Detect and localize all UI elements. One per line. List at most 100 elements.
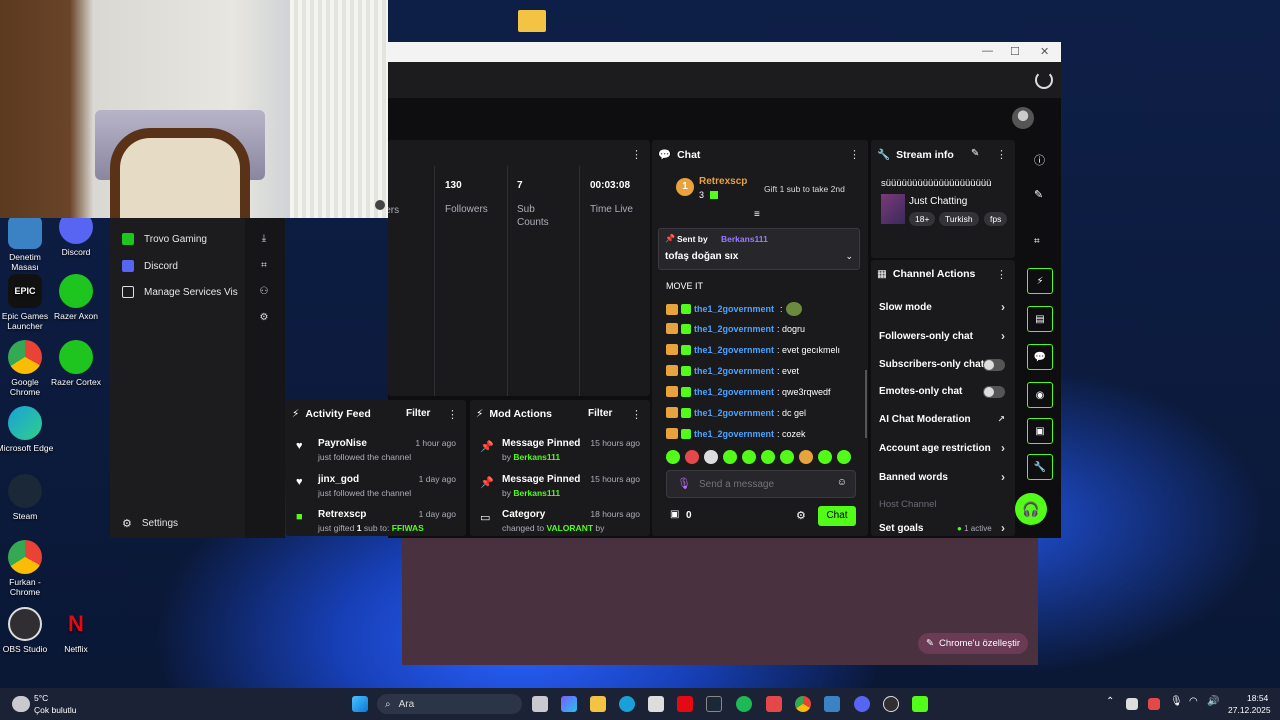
emote-icon[interactable]	[761, 450, 775, 464]
desktop-icon-steam[interactable]: Steam	[0, 474, 54, 521]
lightning-button[interactable]: ⚡	[1027, 268, 1053, 294]
notes-button[interactable]: ▤	[1027, 306, 1053, 332]
chevron-up-icon[interactable]: ⌃	[1106, 696, 1114, 707]
spotify-icon[interactable]	[736, 696, 752, 712]
emote-icon[interactable]	[704, 450, 718, 464]
more-options-icon[interactable]: ⋮	[996, 268, 1007, 281]
more-options-icon[interactable]: ⋮	[996, 148, 1007, 161]
subscribers-only-toggle[interactable]	[983, 359, 1005, 371]
folder-icon[interactable]	[518, 10, 546, 32]
desktop-icon-furkan-chrome[interactable]: Furkan - Chrome	[0, 540, 54, 597]
start-icon[interactable]	[352, 696, 368, 712]
set-goals-row[interactable]: Set goals ● 1 active ›	[879, 521, 1015, 535]
clock-date[interactable]: 27.12.2025	[1228, 705, 1271, 715]
broadcast-button[interactable]: ◉	[1027, 382, 1053, 408]
refresh-icon[interactable]	[1035, 71, 1053, 89]
tray-icon[interactable]	[1126, 698, 1138, 710]
chevron-down-icon[interactable]: ⌄	[845, 251, 853, 262]
pencil-icon[interactable]: ✎	[1034, 188, 1043, 201]
discord-icon[interactable]	[854, 696, 870, 712]
mod-filter-button[interactable]: Filter	[588, 408, 612, 419]
manage-services[interactable]: Manage Services Vis	[122, 286, 238, 298]
download-icon[interactable]: ⤓	[258, 233, 270, 245]
chrome-icon[interactable]	[795, 696, 811, 712]
support-button[interactable]: 🎧	[1015, 493, 1047, 525]
users-icon[interactable]: ⚇	[258, 286, 270, 298]
file-explorer-icon[interactable]	[590, 696, 606, 712]
more-options-icon[interactable]: ⋮	[447, 408, 458, 421]
microphone-icon[interactable]: 🎙	[677, 477, 691, 490]
gear-icon[interactable]: ⚙	[258, 312, 270, 324]
filter-icon[interactable]: ≡	[754, 209, 760, 220]
more-options-icon[interactable]: ⋮	[849, 148, 860, 161]
chat-scrollbar[interactable]	[865, 370, 867, 438]
settings-icon[interactable]: ⚙	[796, 509, 806, 522]
maximize-icon[interactable]: ☐	[1010, 45, 1020, 58]
app-icon[interactable]	[824, 696, 840, 712]
emote-icon[interactable]	[818, 450, 832, 464]
desktop-icon-netflix[interactable]: N Netflix	[47, 607, 105, 655]
task-view-icon[interactable]	[532, 696, 548, 712]
capture-icon[interactable]: ⌗	[258, 260, 270, 272]
microphone-icon[interactable]: 🎙	[1170, 696, 1183, 707]
settings-link[interactable]: ⚙ Settings	[122, 517, 178, 530]
desktop-icon-control-panel[interactable]: Denetim Masası	[0, 215, 54, 272]
emote-icon[interactable]	[685, 450, 699, 464]
copilot-icon[interactable]	[561, 696, 577, 712]
desktop-icon-google-chrome[interactable]: Google Chrome	[0, 340, 54, 397]
emotes-only-toggle[interactable]	[983, 386, 1005, 398]
volume-icon[interactable]: 🔊	[1207, 696, 1219, 707]
layout-button[interactable]: ▣	[1027, 418, 1053, 444]
store-icon[interactable]	[648, 696, 664, 712]
obs-icon[interactable]	[883, 696, 899, 712]
chat-button[interactable]: 💬	[1027, 344, 1053, 370]
screenshot-icon[interactable]: ⌗	[1034, 236, 1040, 247]
netflix-icon[interactable]	[677, 696, 693, 712]
banned-words-row[interactable]: Banned words ›	[879, 470, 1015, 484]
gift-sub-button[interactable]: Gift 1 sub to take 2nd	[764, 184, 845, 194]
search-box[interactable]: ⌕ Ara	[377, 694, 522, 714]
avatar[interactable]	[1012, 107, 1034, 129]
chat-input-box[interactable]: 🎙 ☺	[666, 470, 856, 498]
more-options-icon[interactable]: ⋮	[631, 408, 642, 421]
account-age-row[interactable]: Account age restriction ›	[879, 441, 1015, 455]
ai-moderation-row[interactable]: AI Chat Moderation ↗	[879, 414, 1015, 425]
tray-icon[interactable]	[1148, 698, 1160, 710]
desktop-icon-epic-games[interactable]: EPIC Epic Games Launcher	[0, 274, 54, 331]
service-trovo-gaming[interactable]: Trovo Gaming	[122, 233, 207, 245]
steam-icon[interactable]	[706, 696, 722, 712]
edge-icon[interactable]	[619, 696, 635, 712]
clock-time[interactable]: 18:54	[1247, 693, 1268, 703]
close-icon[interactable]: ✕	[1040, 45, 1049, 58]
emoji-icon[interactable]: ☺	[837, 477, 847, 488]
wrench-button[interactable]: 🔧	[1027, 454, 1053, 480]
info-icon[interactable]: ⓘ	[1034, 152, 1045, 168]
emote-icon[interactable]	[666, 450, 680, 464]
desktop-icon-obs[interactable]: OBS Studio	[0, 607, 54, 654]
tag[interactable]: Turkish	[939, 212, 979, 226]
more-options-icon[interactable]: ⋮	[631, 148, 642, 161]
app-icon[interactable]	[766, 696, 782, 712]
emote-icon[interactable]	[723, 450, 737, 464]
emote-icon[interactable]	[837, 450, 851, 464]
desktop-icon-razer-cortex[interactable]: Razer Cortex	[47, 340, 105, 387]
emote-icon[interactable]	[742, 450, 756, 464]
wifi-icon[interactable]: ◠	[1189, 696, 1198, 707]
pinned-message[interactable]: 📌 Sent by Berkans111 tofaş doğan sıx ⌄	[658, 228, 860, 270]
tag[interactable]: fps	[984, 212, 1008, 226]
send-chat-button[interactable]: Chat	[818, 506, 856, 526]
desktop-icon-razer-axon[interactable]: Razer Axon	[47, 274, 105, 321]
weather-icon[interactable]	[12, 696, 30, 712]
service-discord[interactable]: Discord	[122, 260, 178, 272]
app-icon[interactable]	[912, 696, 928, 712]
emote-icon[interactable]	[780, 450, 794, 464]
chat-input[interactable]	[699, 476, 829, 492]
customize-chrome-button[interactable]: ✎ Chrome'u özelleştir	[918, 633, 1028, 654]
minimize-icon[interactable]: —	[982, 45, 993, 57]
desktop-icon-edge[interactable]: Microsoft Edge	[0, 406, 54, 453]
edit-icon[interactable]: ✎	[971, 148, 979, 159]
slow-mode-row[interactable]: Slow mode ›	[879, 300, 1015, 314]
host-channel-row[interactable]: Host Channel	[879, 499, 1015, 510]
tag[interactable]: 18+	[909, 212, 936, 226]
emote-icon[interactable]	[799, 450, 813, 464]
